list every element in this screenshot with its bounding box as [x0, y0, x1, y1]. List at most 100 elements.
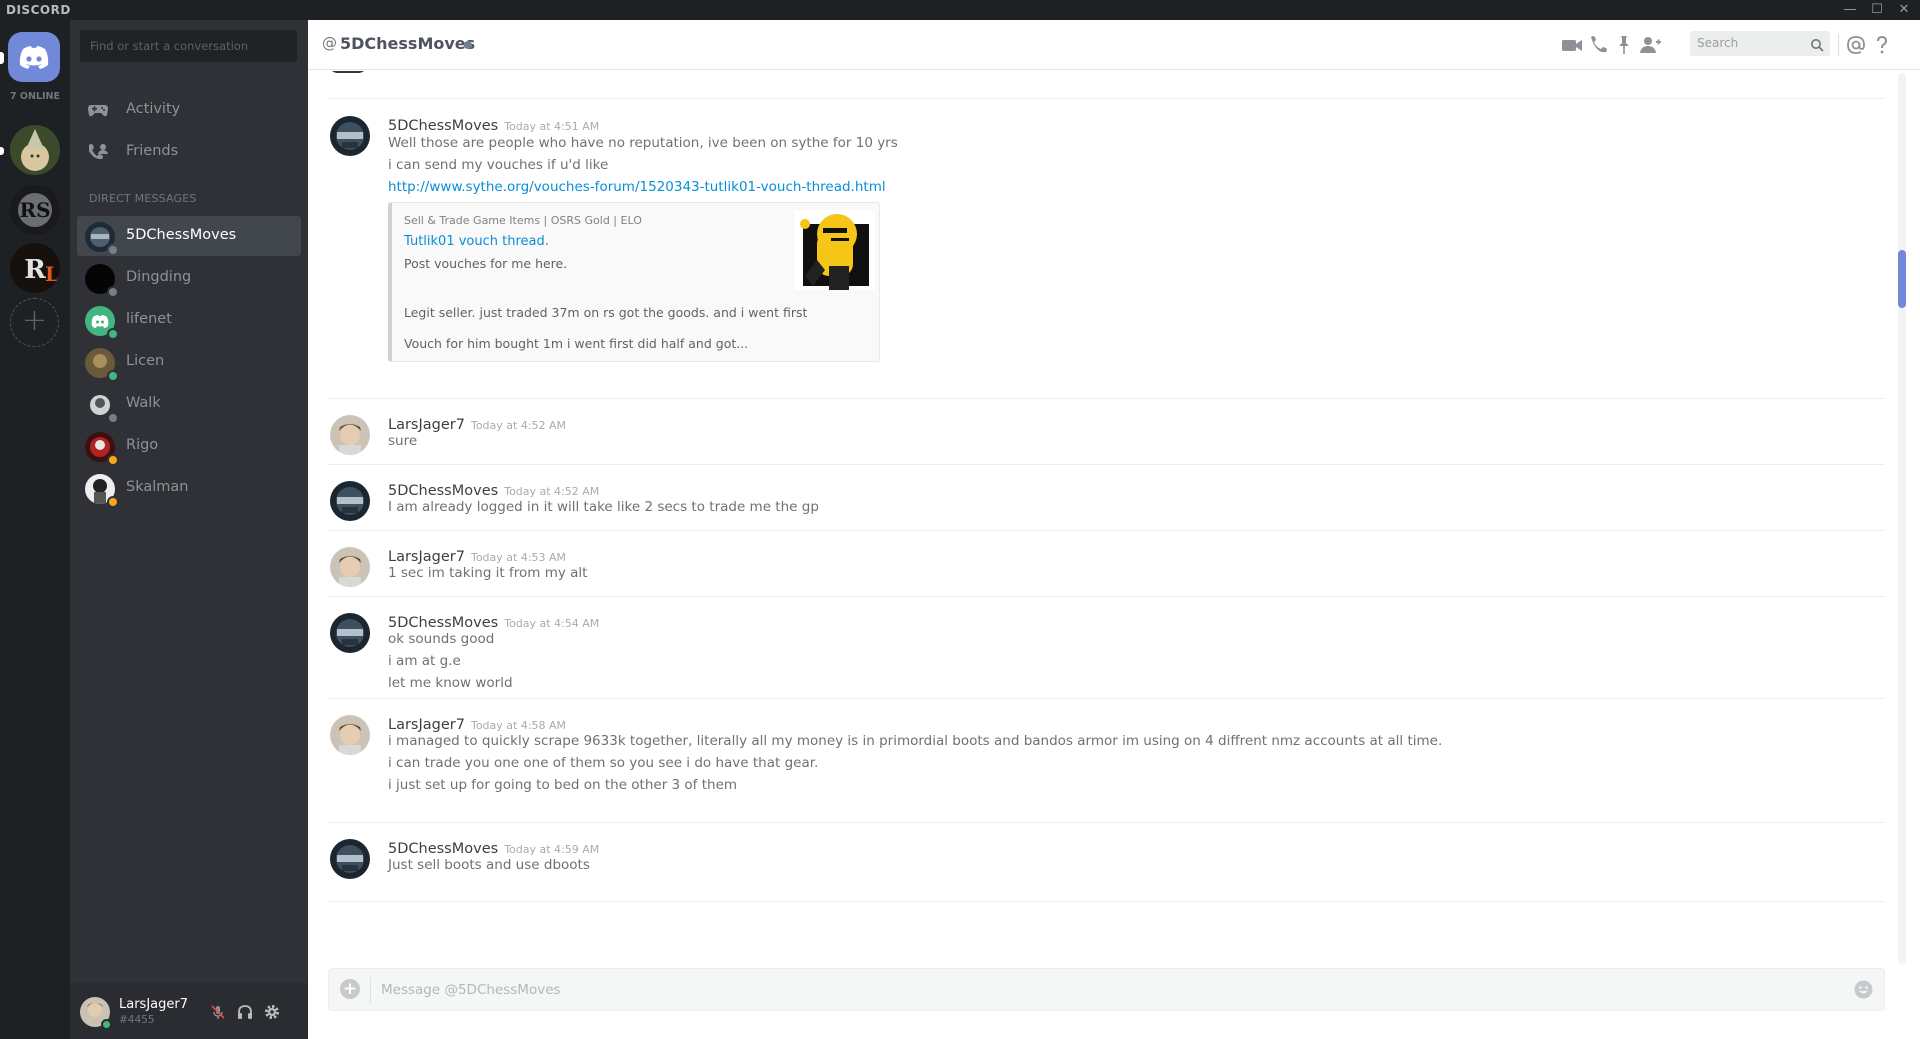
message-group: 5DChessMoves Today at 4:51 AM Well those …	[328, 98, 1885, 398]
upload-plus-icon[interactable]: +	[340, 979, 360, 999]
dm-name: Walk	[126, 395, 161, 411]
chat-area: @ 5DChessMoves Search 5DChessMoves Today…	[308, 20, 1920, 1039]
add-guild-button[interactable]: +	[10, 298, 59, 347]
dm-item-5dchessmoves[interactable]: 5DChessMoves	[77, 216, 301, 256]
message-text: let me know world	[388, 675, 513, 691]
svg-text:R: R	[24, 255, 46, 285]
avatar[interactable]	[330, 481, 370, 521]
close-button[interactable]: ✕	[1894, 1, 1914, 19]
status-indicator	[107, 286, 119, 298]
dm-item-skalman[interactable]: Skalman	[77, 468, 301, 508]
embed-field: Legit seller. just traded 37m on rs got …	[404, 305, 808, 320]
dm-name: 5DChessMoves	[126, 227, 237, 243]
title-bar: DISCORD — ☐ ✕	[0, 0, 1920, 20]
dm-item-walk[interactable]: Walk	[77, 384, 301, 424]
status-indicator	[107, 244, 119, 256]
avatar[interactable]	[330, 613, 370, 653]
message-timestamp: Today at 4:58 AM	[470, 719, 567, 732]
message-text: Well those are people who have no reputa…	[388, 135, 898, 151]
message-text: i can trade you one one of them so you s…	[388, 755, 819, 771]
nav-friends[interactable]: Friends	[77, 132, 301, 172]
message-group: 5DChessMoves Today at 4:59 AM Just sell b…	[328, 822, 1885, 902]
settings-gear-icon[interactable]	[263, 1003, 281, 1021]
message-username[interactable]: 5DChessMoves	[388, 483, 498, 499]
guild-rl-icon[interactable]: RL	[10, 243, 60, 293]
add-friend-icon[interactable]	[1638, 33, 1662, 57]
minimize-button[interactable]: —	[1840, 1, 1860, 19]
avatar[interactable]	[330, 415, 370, 455]
message-username[interactable]: LarsJager7	[388, 549, 465, 565]
search-icon	[1810, 36, 1824, 52]
username: LarsJager7	[119, 997, 188, 1012]
user-tag: #4455	[119, 1014, 155, 1026]
message-timestamp: Today at 4:54 AM	[504, 617, 600, 630]
emoji-picker-icon[interactable]	[1853, 979, 1874, 1000]
dm-section-header: DIRECT MESSAGES	[89, 192, 197, 205]
message-text: i managed to quickly scrape 9633k togeth…	[388, 733, 1443, 749]
message-timestamp: Today at 4:53 AM	[470, 551, 567, 564]
message-username[interactable]: 5DChessMoves	[388, 615, 498, 631]
nav-activity-label: Activity	[126, 101, 181, 117]
embed-title-link[interactable]: Tutlik01 vouch thread.	[404, 234, 549, 249]
message-text: Just sell boots and use dboots	[388, 857, 590, 873]
message-composer: +	[328, 968, 1885, 1011]
avatar	[328, 71, 368, 73]
help-icon[interactable]	[1870, 33, 1894, 57]
message-group: LarsJager7 Today at 4:58 AM i managed to …	[328, 698, 1885, 822]
guild-rs-icon[interactable]: RS	[10, 185, 60, 235]
discord-home-icon[interactable]	[8, 32, 60, 82]
dm-name: Skalman	[126, 479, 189, 495]
message-text: i am at g.e	[388, 653, 461, 669]
message-username[interactable]: LarsJager7	[388, 417, 465, 433]
message-header: LarsJager7 Today at 4:52 AM	[388, 414, 566, 433]
scrollbar-thumb[interactable]	[1898, 250, 1906, 308]
mentions-icon[interactable]	[1844, 33, 1868, 57]
unread-indicator	[0, 147, 4, 155]
message-timestamp: Today at 4:52 AM	[504, 485, 600, 498]
svg-text:L: L	[45, 262, 59, 286]
message-text: sure	[388, 433, 418, 449]
message-link[interactable]: http://www.sythe.org/vouches-forum/15203…	[388, 179, 886, 195]
guild-elf-icon[interactable]	[10, 125, 60, 175]
scrollbar-track[interactable]	[1898, 73, 1906, 964]
app-logo: DISCORD	[6, 3, 71, 17]
message-username[interactable]: 5DChessMoves	[388, 118, 498, 134]
nav-activity[interactable]: Activity	[77, 90, 301, 130]
status-indicator	[107, 370, 119, 382]
dm-item-rigo[interactable]: Rigo	[77, 426, 301, 466]
pin-icon[interactable]	[1612, 33, 1636, 57]
message-text: i just set up for going to bed on the ot…	[388, 777, 738, 793]
message-text: i can send my vouches if u'd like	[388, 157, 609, 173]
message-timestamp: Today at 4:52 AM	[470, 419, 567, 432]
video-call-icon[interactable]	[1560, 33, 1584, 57]
find-conversation-input[interactable]: Find or start a conversation	[80, 30, 297, 62]
dm-item-lifenet[interactable]: lifenet	[77, 300, 301, 340]
avatar[interactable]	[330, 547, 370, 587]
message-header: LarsJager7 Today at 4:53 AM	[388, 546, 566, 565]
message-header: 5DChessMoves Today at 4:52 AM	[388, 480, 599, 499]
dm-item-dingding[interactable]: Dingding	[77, 258, 301, 298]
message-text: I am already logged in it will take like…	[388, 499, 819, 515]
headphones-icon[interactable]	[236, 1003, 254, 1021]
voice-call-icon[interactable]	[1586, 33, 1610, 57]
message-username[interactable]: LarsJager7	[388, 717, 465, 733]
status-indicator	[107, 328, 119, 340]
avatar[interactable]	[330, 715, 370, 755]
message-timestamp: Today at 4:59 AM	[504, 843, 600, 856]
message-header: 5DChessMoves Today at 4:54 AM	[388, 612, 599, 631]
dm-item-licen[interactable]: Licen	[77, 342, 301, 382]
message-username[interactable]: 5DChessMoves	[388, 841, 498, 857]
avatar[interactable]	[330, 116, 370, 156]
search-input[interactable]: Search	[1690, 31, 1830, 56]
message-timestamp: Today at 4:51 AM	[504, 120, 600, 133]
avatar[interactable]	[330, 839, 370, 879]
embed-thumbnail[interactable]	[795, 210, 875, 290]
channel-title: 5DChessMoves	[340, 34, 476, 53]
status-indicator	[107, 454, 119, 466]
embed-description: Post vouches for me here.	[404, 256, 568, 271]
message-text: 1 sec im taking it from my alt	[388, 565, 588, 581]
message-input[interactable]	[381, 977, 1781, 1003]
mute-mic-icon[interactable]	[209, 1003, 227, 1021]
dm-name: lifenet	[126, 311, 172, 327]
maximize-button[interactable]: ☐	[1867, 1, 1887, 19]
